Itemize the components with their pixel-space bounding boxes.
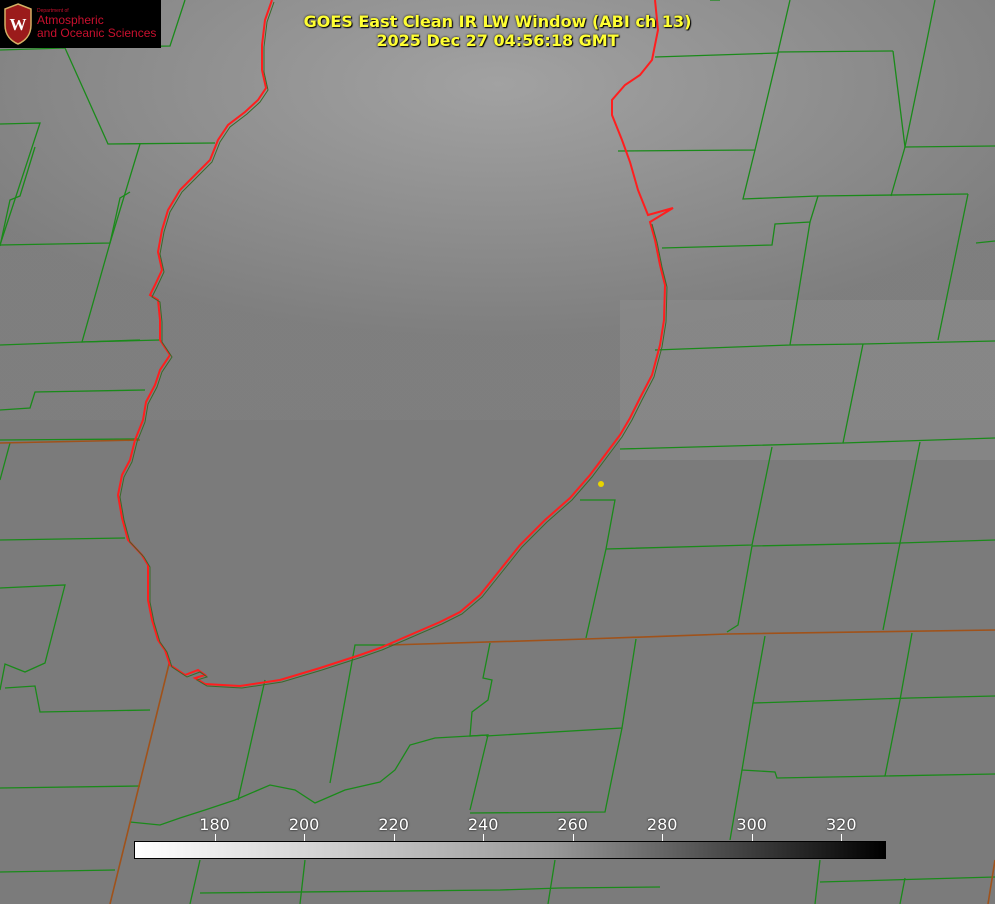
colorbar-tick bbox=[214, 834, 216, 841]
ir-map bbox=[0, 0, 995, 904]
title-line-product: GOES East Clean IR LW Window (ABI ch 13) bbox=[303, 12, 692, 31]
colorbar-tick bbox=[572, 834, 574, 841]
colorbar-tick bbox=[841, 834, 843, 841]
satellite-image-viewer: W Department of Atmospheric and Oceanic … bbox=[0, 0, 995, 904]
colorbar-tick bbox=[751, 834, 753, 841]
colorbar-tick-label: 260 bbox=[557, 815, 588, 834]
colorbar-tick-label: 240 bbox=[467, 815, 499, 834]
image-title: GOES East Clean IR LW Window (ABI ch 13)… bbox=[0, 12, 995, 50]
colorbar-tick-label: 180 bbox=[199, 815, 230, 834]
colorbar-tick-label: 220 bbox=[378, 815, 409, 834]
colorbar-tick-label: 200 bbox=[288, 815, 320, 834]
colorbar-tick-label: 280 bbox=[646, 815, 678, 834]
cloud-band-east bbox=[620, 300, 995, 460]
colorbar-tick bbox=[393, 834, 395, 841]
temperature-colorbar bbox=[134, 841, 886, 859]
colorbar-tick bbox=[483, 834, 485, 841]
colorbar-tick-label: 300 bbox=[736, 815, 767, 834]
colorbar-tick-label: 320 bbox=[825, 815, 857, 834]
title-line-timestamp: 2025 Dec 27 04:56:18 GMT bbox=[376, 31, 619, 50]
station-marker bbox=[598, 481, 604, 487]
colorbar-tick bbox=[304, 834, 306, 841]
colorbar-tick bbox=[662, 834, 664, 841]
